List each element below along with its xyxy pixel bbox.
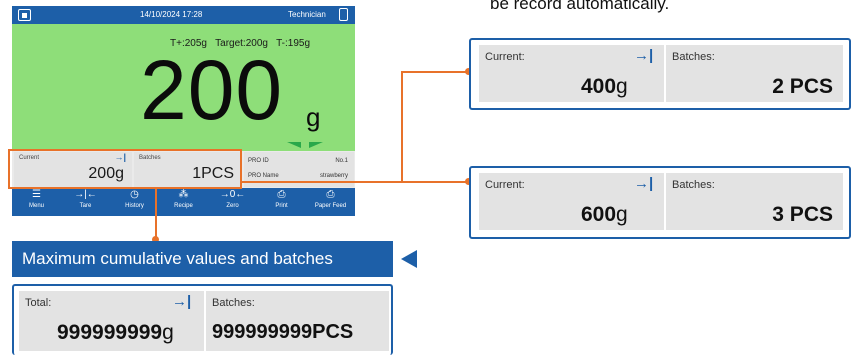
- tare-button[interactable]: →|← Tare: [61, 188, 110, 216]
- print-button[interactable]: ⎙ Print: [257, 188, 306, 216]
- connector-line: [401, 71, 469, 73]
- recipe-icon: ⁂: [178, 189, 189, 200]
- stable-indicator-icon: [287, 142, 323, 148]
- caption-text: be record automatically.: [490, 0, 670, 13]
- paper-feed-icon: ⎙: [326, 189, 335, 200]
- pro-id-value: No.1: [335, 158, 348, 164]
- connector-line: [242, 181, 402, 183]
- connector-line: [401, 71, 403, 183]
- maximum-panel: Total: →| 999999999g Batches: 999999999P…: [12, 284, 393, 355]
- current-value: 400: [581, 75, 617, 98]
- history-button[interactable]: ◷ History: [110, 188, 159, 216]
- current-value: 600: [581, 203, 617, 226]
- user-role: Technician: [288, 10, 326, 19]
- connector-line: [155, 189, 157, 240]
- batches-value: 3 PCS: [772, 203, 833, 226]
- batches-cell: Batches: 2 PCS: [666, 45, 843, 102]
- weight-unit: g: [306, 102, 321, 132]
- user-icon[interactable]: [339, 8, 348, 21]
- status-bar: 14/10/2024 17:28 Technician: [12, 6, 355, 24]
- section-banner: Maximum cumulative values and batches: [12, 241, 393, 277]
- home-icon[interactable]: [18, 9, 31, 21]
- datetime: 14/10/2024 17:28: [140, 10, 203, 19]
- print-icon: ⎙: [277, 189, 286, 200]
- accumulation-panel-2: Current: →| 600g Batches: 3 PCS: [469, 166, 851, 239]
- connector-line: [402, 181, 468, 183]
- accumulation-panel-1: Current: →| 400g Batches: 2 PCS: [469, 38, 851, 110]
- accumulate-arrow-icon: →|: [634, 175, 654, 192]
- history-icon: ◷: [130, 189, 139, 200]
- weight-readout: 200: [140, 43, 284, 137]
- menu-icon: ☰: [32, 189, 41, 200]
- function-bar: ☰ Menu →|← Tare ◷ History ⁂ Recipe →0← Z…: [12, 188, 355, 216]
- zero-icon: →0←: [219, 189, 246, 200]
- zero-button[interactable]: →0← Zero: [208, 188, 257, 216]
- pro-name-label: PRO Name: [248, 173, 279, 179]
- accumulate-arrow-icon: →|: [634, 47, 654, 64]
- batches-value: 999999999PCS: [212, 321, 354, 343]
- pointer-triangle-icon: [401, 250, 417, 268]
- accumulate-arrow-icon: →|: [172, 293, 192, 310]
- paper-feed-button[interactable]: ⎙ Paper Feed: [306, 188, 355, 216]
- highlight-frame: [8, 149, 242, 189]
- total-cell: Total: →| 999999999g: [19, 291, 204, 351]
- recipe-button[interactable]: ⁂ Recipe: [159, 188, 208, 216]
- batches-value: 2 PCS: [772, 75, 833, 98]
- tare-icon: →|←: [74, 189, 97, 200]
- current-cell: Current: →| 400g: [479, 45, 664, 102]
- batches-cell: Batches: 999999999PCS: [206, 291, 389, 351]
- total-value: 999999999: [57, 321, 163, 344]
- current-cell: Current: →| 600g: [479, 173, 664, 230]
- pro-id-label: PRO ID: [248, 158, 269, 164]
- menu-button[interactable]: ☰ Menu: [12, 188, 61, 216]
- batches-cell: Batches: 3 PCS: [666, 173, 843, 230]
- pro-name-value: strawberry: [319, 173, 348, 179]
